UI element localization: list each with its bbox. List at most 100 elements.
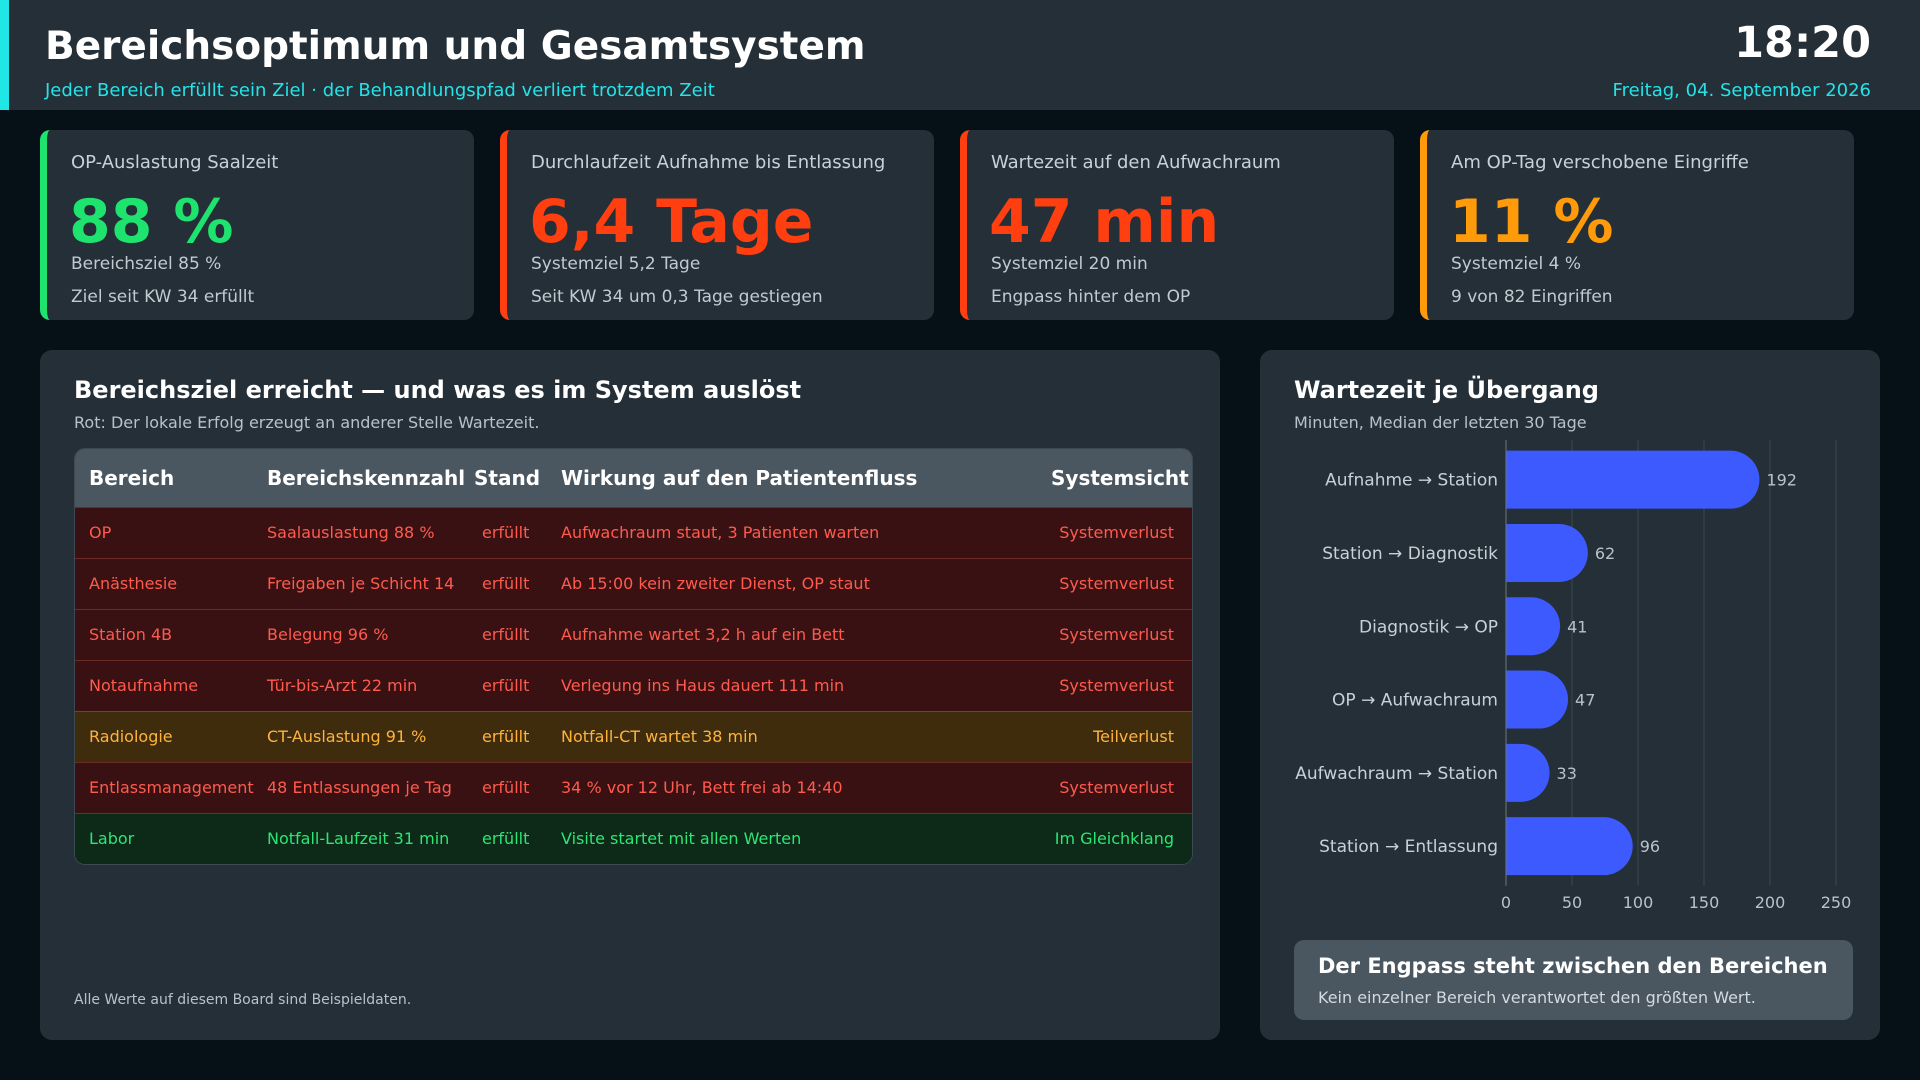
- table-row: Entlassmanagement 48 Entlassungen je Tag e…: [75, 761, 1192, 813]
- kpi-label: Durchlaufzeit Aufnahme bis Entlassung: [531, 152, 886, 173]
- category-label: Station → Entlassung: [1319, 837, 1498, 857]
- x-tick-label: 0: [1501, 893, 1511, 912]
- cell-status: erfüllt: [460, 506, 547, 558]
- x-tick-label: 200: [1755, 893, 1786, 912]
- data-label: 96: [1640, 837, 1660, 856]
- cell-effect: Ab 15:00 kein zweiter Dienst, OP staut: [547, 557, 1037, 609]
- cell-system-view: Systemverlust: [1037, 659, 1192, 711]
- x-tick-label: 100: [1623, 893, 1654, 912]
- page-title: Bereichsoptimum und Gesamtsystem: [45, 24, 866, 69]
- chart-panel-title: Wartezeit je Übergang: [1294, 376, 1599, 404]
- cell-area: Notaufnahme: [75, 659, 253, 711]
- cell-area: OP: [75, 506, 253, 558]
- date: Freitag, 04. September 2026: [1612, 80, 1871, 101]
- kpi-note: Engpass hinter dem OP: [991, 287, 1191, 307]
- table-row: Anästhesie Freigaben je Schicht 14 erfüllt…: [75, 557, 1192, 609]
- header: Bereichsoptimum und Gesamtsystem Jeder B…: [0, 0, 1920, 110]
- bar: [1506, 523, 1588, 582]
- chart-panel: Wartezeit je Übergang Minuten, Median de…: [1260, 350, 1880, 1040]
- header-accent-bar: [0, 0, 9, 110]
- cell-system-view: Systemverlust: [1037, 506, 1192, 558]
- cell-metric: 48 Entlassungen je Tag: [253, 761, 460, 813]
- kpi-value: 6,4 Tage: [529, 187, 814, 257]
- cell-status: erfüllt: [460, 557, 547, 609]
- cell-system-view: Systemverlust: [1037, 557, 1192, 609]
- data-label: 47: [1575, 691, 1595, 710]
- data-label: 41: [1567, 617, 1587, 636]
- cell-status: erfüllt: [460, 659, 547, 711]
- cell-area: Anästhesie: [75, 557, 253, 609]
- cell-status: erfüllt: [460, 710, 547, 762]
- footnote: Alle Werte auf diesem Board sind Beispie…: [74, 992, 412, 1008]
- bar: [1506, 597, 1561, 656]
- wait-time-bar-chart: 0 50 100 150 200 250 Aufnahme → Station 192 Stat…: [1295, 440, 1852, 912]
- data-label: 33: [1557, 764, 1577, 783]
- cell-metric: Tür-bis-Arzt 22 min: [253, 659, 460, 711]
- clock: 18:20: [1734, 18, 1871, 68]
- kpi-label: OP-Auslastung Saalzeit: [71, 152, 279, 173]
- table-row: Station 4B Belegung 96 % erfüllt Aufnahme w…: [75, 608, 1192, 660]
- table-panel-title: Bereichsziel erreicht — und was es im Sy…: [74, 376, 802, 404]
- kpi-label: Wartezeit auf den Aufwachraum: [991, 152, 1281, 173]
- column-header: Bereich: [89, 465, 175, 490]
- chart-panel-subtitle: Minuten, Median der letzten 30 Tage: [1294, 413, 1587, 432]
- bar: [1506, 743, 1550, 802]
- column-header: Systemsicht: [1051, 465, 1189, 490]
- cell-effect: Aufnahme wartet 3,2 h auf ein Bett: [547, 608, 1037, 660]
- cell-effect: Notfall-CT wartet 38 min: [547, 710, 1037, 762]
- kpi-target: Systemziel 4 %: [1451, 254, 1581, 274]
- column-header: Stand: [474, 465, 541, 490]
- data-label: 62: [1595, 544, 1615, 563]
- cell-area: Radiologie: [75, 710, 253, 762]
- kpi-note: Ziel seit KW 34 erfüllt: [71, 287, 255, 307]
- category-label: Aufnahme → Station: [1325, 471, 1498, 491]
- kpi-note: 9 von 82 Eingriffen: [1451, 287, 1613, 307]
- cell-metric: Belegung 96 %: [253, 608, 460, 660]
- data-label: 192: [1766, 471, 1797, 490]
- kpi-value: 11 %: [1449, 187, 1614, 257]
- cell-effect: 34 % vor 12 Uhr, Bett frei ab 14:40: [547, 761, 1037, 813]
- kpi-note: Seit KW 34 um 0,3 Tage gestiegen: [531, 287, 823, 307]
- cell-effect: Aufwachraum staut, 3 Patienten warten: [547, 506, 1037, 558]
- bar: [1506, 817, 1633, 876]
- kpi-target: Systemziel 5,2 Tage: [531, 254, 701, 274]
- column-header: Bereichskennzahl: [267, 465, 466, 490]
- cell-metric: Freigaben je Schicht 14: [253, 557, 460, 609]
- kpi-card-recovery-wait: Wartezeit auf den Aufwachraum 47 min Sys…: [960, 130, 1394, 320]
- cell-system-view: Teilverlust: [1037, 710, 1192, 762]
- cell-system-view: Systemverlust: [1037, 608, 1192, 660]
- cell-system-view: Im Gleichklang: [1037, 812, 1192, 864]
- page-subtitle: Jeder Bereich erfüllt sein Ziel · der Be…: [45, 80, 715, 101]
- cell-system-view: Systemverlust: [1037, 761, 1192, 813]
- cell-area: Entlassmanagement: [75, 761, 254, 813]
- cell-metric: CT-Auslastung 91 %: [253, 710, 460, 762]
- cell-status: erfüllt: [460, 812, 547, 864]
- kpi-card-op-utilization: OP-Auslastung Saalzeit 88 % Bereichsziel…: [40, 130, 474, 320]
- bar: [1506, 670, 1569, 729]
- kpi-target: Bereichsziel 85 %: [71, 254, 222, 274]
- cell-metric: Saalauslastung 88 %: [253, 506, 460, 558]
- callout-text: Kein einzelner Bereich verantwortet den …: [1318, 988, 1756, 1007]
- cell-area: Station 4B: [75, 608, 253, 660]
- table-row: OP Saalauslastung 88 % erfüllt Aufwachraum …: [75, 506, 1192, 558]
- cell-effect: Visite startet mit allen Werten: [547, 812, 1037, 864]
- table-row: Radiologie CT-Auslastung 91 % erfüllt Notfa…: [75, 710, 1192, 762]
- category-label: Station → Diagnostik: [1322, 544, 1498, 564]
- kpi-target: Systemziel 20 min: [991, 254, 1148, 274]
- table-header-row: Bereich Bereichskennzahl Stand Wirkung a…: [75, 449, 1192, 507]
- x-tick-label: 250: [1821, 893, 1852, 912]
- kpi-card-postponed-procedures: Am OP-Tag verschobene Eingriffe 11 % Sys…: [1420, 130, 1854, 320]
- bottleneck-callout: Der Engpass steht zwischen den Bereichen…: [1294, 940, 1853, 1020]
- kpi-label: Am OP-Tag verschobene Eingriffe: [1451, 152, 1749, 173]
- bar: [1506, 450, 1760, 509]
- table-panel-subtitle: Rot: Der lokale Erfolg erzeugt an andere…: [74, 413, 540, 432]
- callout-title: Der Engpass steht zwischen den Bereichen: [1318, 954, 1828, 978]
- cell-metric: Notfall-Laufzeit 31 min: [253, 812, 460, 864]
- table-row: Notaufnahme Tür-bis-Arzt 22 min erfüllt Ver…: [75, 659, 1192, 711]
- kpi-card-throughput-time: Durchlaufzeit Aufnahme bis Entlassung 6,…: [500, 130, 934, 320]
- kpi-value: 88 %: [69, 187, 234, 257]
- x-tick-label: 150: [1689, 893, 1720, 912]
- cell-effect: Verlegung ins Haus dauert 111 min: [547, 659, 1037, 711]
- effects-table: Bereich Bereichskennzahl Stand Wirkung a…: [74, 448, 1193, 865]
- category-label: OP → Aufwachraum: [1332, 691, 1498, 711]
